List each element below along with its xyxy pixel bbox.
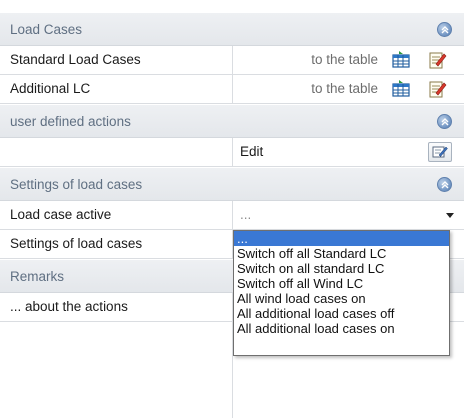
notes-icon[interactable] [427,50,447,70]
row-load-case-active: Load case active ... [0,201,464,230]
dropdown-option[interactable]: All additional load cases on [234,321,449,336]
section-title: Settings of load cases [10,177,143,192]
row-label: ... about the actions [10,299,128,314]
column-divider [232,46,233,75]
notes-icon[interactable] [427,79,447,99]
section-title: Remarks [10,269,65,284]
chevron-down-icon[interactable] [446,213,454,218]
column-divider [232,75,233,104]
dropdown-option[interactable]: ... [234,231,449,246]
to-the-table-link[interactable]: to the table [311,81,378,96]
section-load-cases[interactable]: Load Cases [0,12,464,46]
collapse-up-icon[interactable] [437,114,452,129]
section-settings-of-load-cases[interactable]: Settings of load cases [0,167,464,201]
table-icon[interactable] [391,51,413,69]
to-the-table-link[interactable]: to the table [311,52,378,67]
row-label: Settings of load cases [10,236,143,251]
dropdown-option[interactable]: Switch off all Wind LC [234,276,449,291]
load-case-active-dropdown-list[interactable]: ... Switch off all Standard LC Switch on… [233,230,450,356]
section-title: user defined actions [10,114,131,129]
dropdown-option[interactable]: Switch on all standard LC [234,261,449,276]
column-divider [232,138,233,167]
row-label: Load case active [10,207,112,222]
section-user-defined-actions[interactable]: user defined actions [0,104,464,138]
property-panel: Load Cases Standard Load Cases to the ta… [0,0,464,418]
dropdown-option[interactable]: Switch off all Standard LC [234,246,449,261]
edit-icon[interactable] [428,142,452,162]
row-additional-lc: Additional LC to the table [0,75,464,104]
dropdown-option[interactable]: All wind load cases on [234,291,449,306]
column-divider [232,201,233,230]
collapse-up-icon[interactable] [437,22,452,37]
table-icon[interactable] [391,80,413,98]
row-standard-load-cases: Standard Load Cases to the table [0,46,464,75]
edit-value: Edit [240,144,264,159]
dropdown-option[interactable]: All additional load cases off [234,306,449,321]
collapse-up-icon[interactable] [437,177,452,192]
row-label: Standard Load Cases [10,52,141,67]
load-case-active-select[interactable]: ... [240,207,251,222]
row-label: Additional LC [10,81,91,96]
section-title: Load Cases [10,22,83,37]
row-edit: Edit [0,138,464,167]
